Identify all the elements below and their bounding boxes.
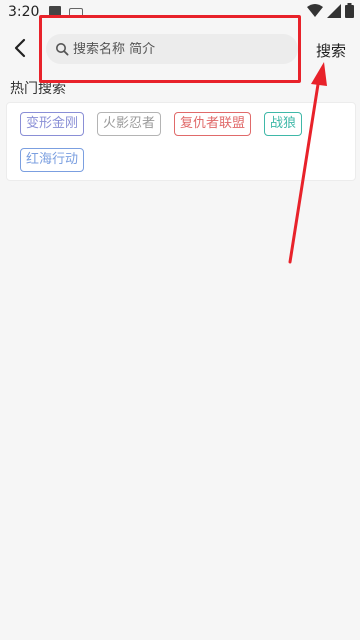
status-time: 3:20 [8,4,40,20]
signal-icon [327,3,341,18]
hot-tag-transformers[interactable]: 变形金刚 [20,112,85,136]
battery-icon [345,3,354,18]
chevron-left-icon [14,38,26,58]
wifi-icon [307,3,323,17]
search-button[interactable]: 搜索 [316,40,346,61]
search-icon [54,41,70,57]
status-notifications [49,6,84,18]
status-bar: 3:20 [0,0,360,24]
search-header: 搜索 [0,24,360,76]
hot-search-tags: 变形金刚 火影忍者 复仇者联盟 战狼 红海行动 [6,102,356,181]
hot-tag-operation-red-sea[interactable]: 红海行动 [20,148,85,172]
status-system-icons [307,3,354,18]
hot-tag-wolf-warrior[interactable]: 战狼 [264,112,303,136]
search-box[interactable] [46,34,298,64]
hot-search-title: 热门搜索 [10,81,66,97]
hot-tag-naruto[interactable]: 火影忍者 [97,112,162,136]
back-button[interactable] [8,36,32,60]
keyboard-icon [69,7,84,17]
image-icon [49,6,62,18]
search-input[interactable] [73,41,293,57]
hot-tag-avengers[interactable]: 复仇者联盟 [174,112,252,136]
